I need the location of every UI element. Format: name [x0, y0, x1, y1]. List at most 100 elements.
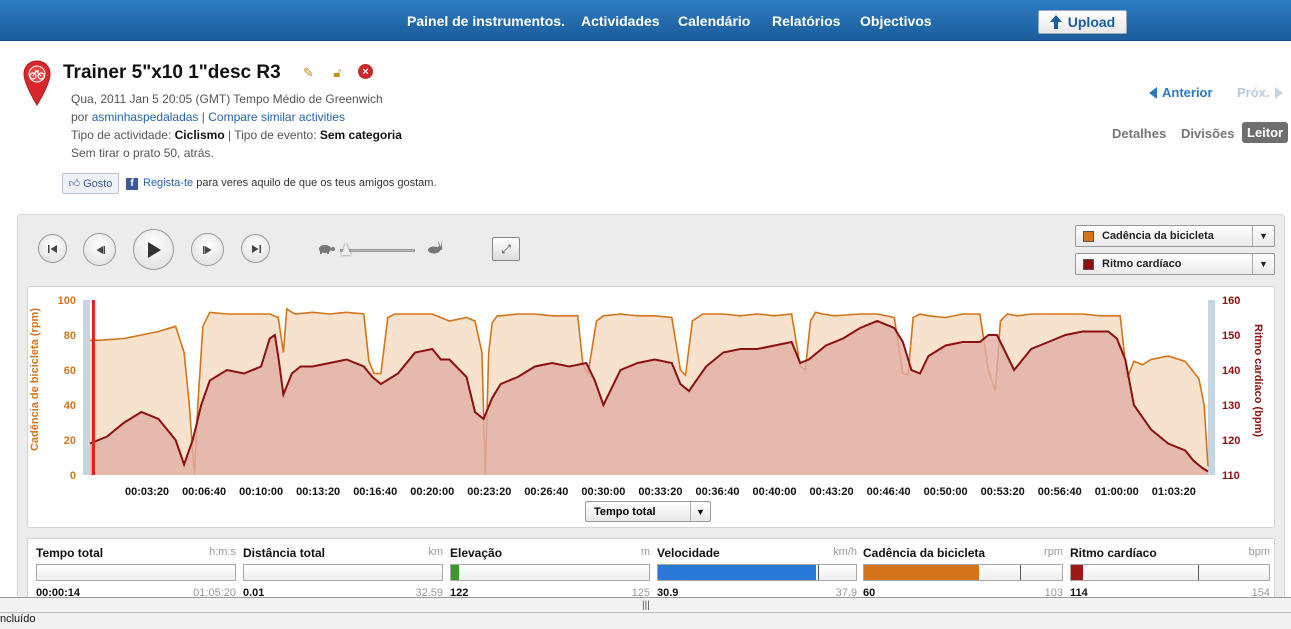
chevron-down-icon: ▼ [1252, 254, 1274, 274]
next-label: Próx. [1237, 85, 1270, 100]
arrow-right-icon [1274, 86, 1283, 99]
step-forward-icon [202, 245, 211, 254]
prev-label: Anterior [1162, 85, 1213, 100]
thumbs-up-icon: 👍︎ [68, 178, 81, 190]
facebook-signup-text: Regista-te para veres aquilo de que os t… [143, 177, 437, 189]
edit-pencil-icon[interactable]: ✎ [300, 64, 317, 81]
top-navbar: Painel de instrumentos. Actividades Cale… [0, 0, 1291, 41]
compare-link[interactable]: Compare similar activities [208, 110, 345, 124]
series-select-heart-rate[interactable]: Ritmo cardíaco ▼ [1075, 253, 1275, 275]
skip-start-icon [47, 244, 57, 253]
step-back-button[interactable] [83, 233, 116, 266]
x-tick-label: 00:40:00 [753, 486, 797, 497]
x-tick-label: 00:10:00 [239, 486, 283, 497]
status-bar: ncluído [0, 613, 1291, 629]
y-left-tick-label: 100 [58, 295, 76, 307]
y-left-tick-label: 60 [64, 365, 76, 377]
speed-slider-handle[interactable] [341, 243, 351, 255]
chevron-down-icon: ▼ [1252, 226, 1274, 246]
status-text: ncluído [0, 613, 36, 625]
nav-calendar[interactable]: Calendário [678, 13, 750, 29]
activity-description: Sem tirar o prato 50, atrás. [71, 146, 214, 160]
stat-unit: rpm [1044, 546, 1063, 558]
y-left-tick-label: 80 [64, 330, 76, 342]
stat-unit: bpm [1248, 546, 1270, 558]
next-activity-link[interactable]: Próx. [1237, 85, 1283, 100]
activity-type-line: Tipo de actividade: Ciclismo | Tipo de e… [71, 128, 402, 142]
stat-progress-fill [1071, 565, 1083, 580]
step-forward-button[interactable] [191, 233, 224, 266]
tab-player[interactable]: Leitor [1242, 122, 1289, 143]
cycling-map-pin-icon [23, 60, 51, 106]
x-tick-label: 00:36:40 [695, 486, 739, 497]
y-right-tick-label: 120 [1222, 435, 1240, 447]
x-tick-label: 00:30:00 [581, 486, 625, 497]
cadence-swatch [1083, 230, 1094, 242]
fullscreen-button[interactable]: ⤢ [492, 237, 520, 261]
speed-slider-track[interactable] [340, 249, 415, 252]
y-axis-left-title: Cadência de bicicleta (rpm) [29, 308, 41, 452]
lock-icon[interactable]: 🔓︎ [329, 64, 346, 81]
skip-to-end-button[interactable] [241, 234, 270, 263]
stat-max-marker [1197, 565, 1199, 580]
stat-max-marker [1020, 565, 1022, 580]
like-button[interactable]: 👍︎ Gosto [62, 173, 119, 194]
stat-unit: m [640, 546, 650, 558]
turtle-slow-icon [319, 245, 335, 254]
stat-progress-fill [658, 565, 817, 580]
play-button[interactable] [133, 229, 174, 270]
tab-splits[interactable]: Divisões [1181, 126, 1234, 141]
right-axis-band [1208, 300, 1215, 475]
x-tick-label: 00:20:00 [410, 486, 454, 497]
series-select-cadence[interactable]: Cadência da bicicleta ▼ [1075, 225, 1275, 247]
skip-end-icon [251, 244, 261, 253]
nav-dashboard[interactable]: Painel de instrumentos. [407, 13, 565, 29]
stats-panel: Tempo total h:m:s 00:00:14 01:05:20 Distânci… [27, 538, 1275, 600]
y-right-tick-label: 130 [1222, 400, 1240, 412]
stat-progress-bar [36, 564, 236, 581]
stat-name: Velocidade [657, 546, 720, 560]
play-icon [147, 241, 161, 258]
x-tick-label: 01:00:00 [1095, 486, 1139, 497]
user-link[interactable]: asminhaspedaladas [92, 110, 199, 124]
type-label: Tipo de actividade: [71, 128, 172, 142]
fb-text: para veres aquilo de que os teus amigos … [196, 177, 437, 189]
fb-register-link[interactable]: Regista-te [143, 177, 193, 189]
x-tick-label: 00:16:40 [353, 486, 397, 497]
y-left-tick-label: 0 [70, 470, 76, 482]
playback-cursor [91, 300, 95, 475]
chevron-down-icon: ▼ [690, 502, 710, 521]
previous-activity-link[interactable]: Anterior [1149, 85, 1213, 100]
activity-owner-line: por asminhaspedaladas | Compare similar … [71, 110, 345, 124]
x-tick-label: 00:03:20 [125, 486, 169, 497]
x-tick-label: 00:13:20 [296, 486, 340, 497]
delete-icon[interactable]: × [358, 64, 373, 79]
type-value: Ciclismo [174, 128, 225, 142]
stat-name: Ritmo cardíaco [1070, 546, 1157, 560]
activity-datetime: Qua, 2011 Jan 5 20:05 (GMT) Tempo Médio … [71, 92, 383, 106]
left-axis-band [83, 300, 90, 475]
stat-name: Distância total [243, 546, 326, 560]
activity-title: Trainer 5"x10 1"desc R3 [63, 62, 281, 83]
stat-unit: km [428, 546, 443, 558]
tab-details[interactable]: Detalhes [1112, 126, 1166, 141]
y-right-tick-label: 140 [1222, 365, 1240, 377]
event-value: Sem categoria [319, 128, 402, 142]
nav-goals[interactable]: Objectivos [860, 13, 932, 29]
y-right-tick-label: 150 [1222, 330, 1240, 342]
upload-button[interactable]: Upload [1038, 10, 1127, 34]
x-axis-select-label: Tempo total [594, 505, 656, 518]
activity-chart[interactable]: 100 80 60 40 20 0 160 150 140 130 120 110 00:03:20 00… [28, 287, 1274, 497]
skip-to-start-button[interactable] [38, 234, 67, 263]
splitter-grip-icon: ||| [642, 600, 650, 611]
step-back-icon [96, 245, 105, 254]
y-axis-right-title: Ritmo cardíaco (bpm) [1252, 324, 1264, 438]
x-axis-select[interactable]: Tempo total ▼ [585, 501, 711, 522]
stat-name: Tempo total [36, 546, 104, 560]
nav-reports[interactable]: Relatórios [772, 13, 840, 29]
nav-activities[interactable]: Actividades [581, 13, 660, 29]
horizontal-splitter[interactable]: ||| [0, 597, 1291, 613]
stat-progress-bar [243, 564, 443, 581]
stat-name: Cadência da bicicleta [863, 546, 986, 560]
facebook-icon: f [126, 178, 138, 190]
